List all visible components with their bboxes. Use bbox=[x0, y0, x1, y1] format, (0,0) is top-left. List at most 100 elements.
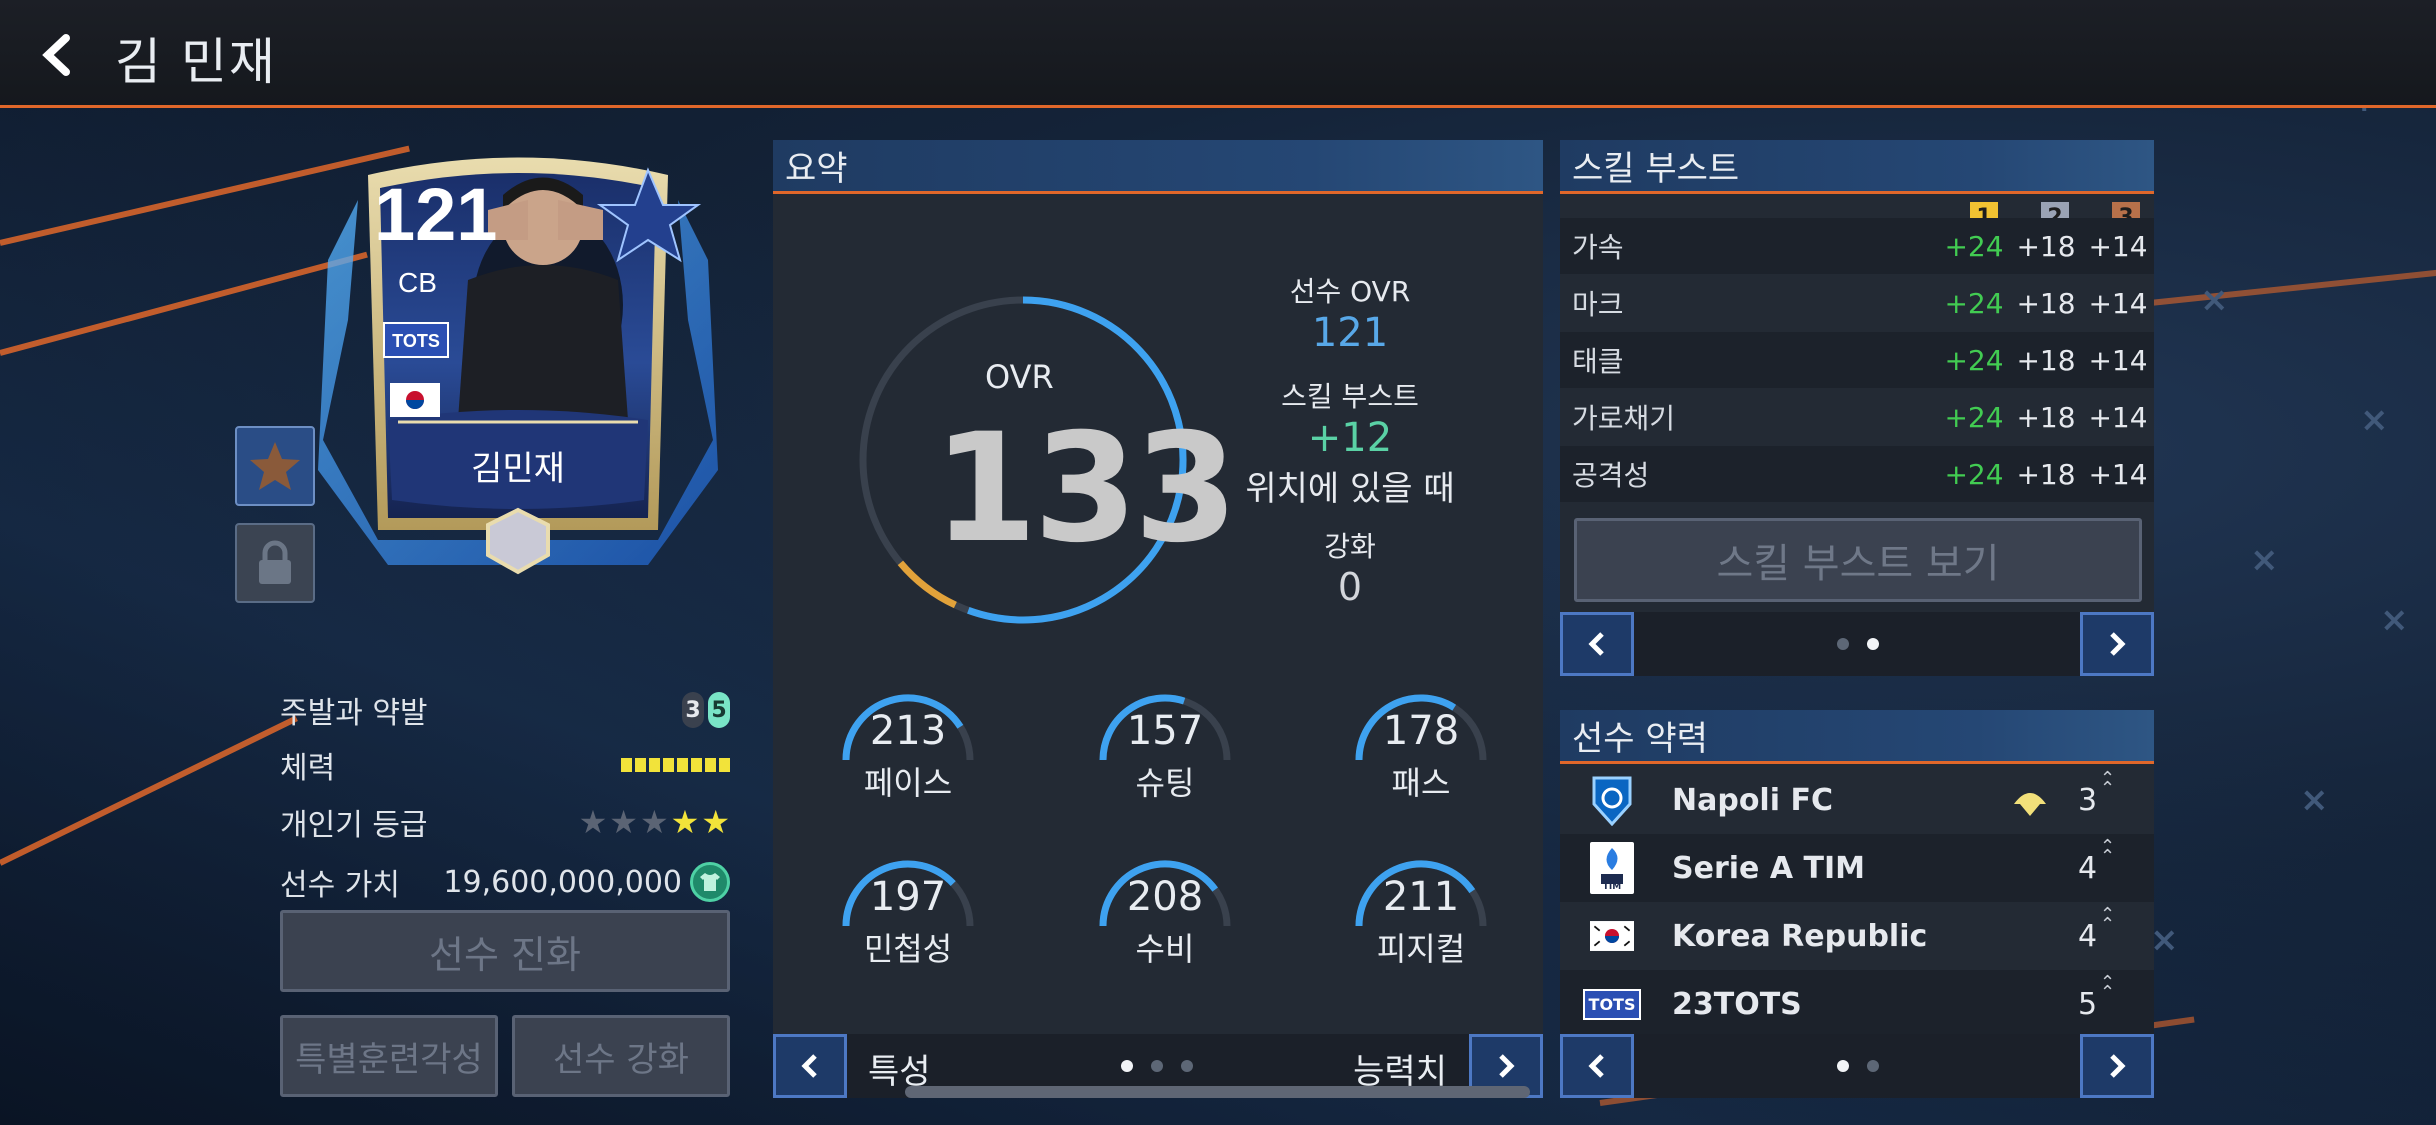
skill-boost-row: 가속 +24 +18 +14 bbox=[1560, 218, 2154, 274]
attribute-value: 178 bbox=[1382, 708, 1460, 754]
star-empty-icon: ★ bbox=[639, 803, 669, 841]
attribute-gauge: 157 슈팅 bbox=[1085, 680, 1245, 840]
boost-rank-2: +18 bbox=[2016, 343, 2076, 377]
foot-left-badge: 3 bbox=[682, 692, 704, 728]
stamina-label: 체력 bbox=[280, 751, 336, 786]
skill-boost-row: 공격성 +24 +18 +14 bbox=[1560, 446, 2154, 502]
boost-rank-1: +24 bbox=[1944, 286, 2004, 320]
stamina-bar bbox=[621, 758, 730, 772]
chevron-right-icon bbox=[2110, 1054, 2126, 1078]
career-prev-button[interactable] bbox=[1560, 1034, 1634, 1098]
evolve-button[interactable]: 선수 진화 bbox=[280, 910, 730, 992]
champion-icon bbox=[2010, 782, 2050, 826]
svg-text:121: 121 bbox=[374, 173, 497, 256]
value-label: 선수 가치 bbox=[280, 868, 400, 903]
enhance-stat: 강화 0 bbox=[1230, 525, 1470, 609]
boost-rank-3: +14 bbox=[2088, 286, 2148, 320]
tots-badge-text: TOTS bbox=[1582, 988, 1642, 1020]
attribute-gauge: 178 패스 bbox=[1341, 680, 1501, 840]
skill-boost-title: 스킬 부스트 bbox=[1560, 140, 2154, 194]
career-name: 23TOTS bbox=[1672, 986, 1802, 1022]
summary-panel: 요약 OVR 133 선수 OVR 121 스킬 부스트 +12 위치에 있을 … bbox=[773, 140, 1543, 1098]
career-row[interactable]: Korea Republic 4 ⌃ ⌃ bbox=[1560, 902, 2154, 970]
chevron-right-icon bbox=[1499, 1054, 1515, 1078]
boost-rank-3: +14 bbox=[2088, 229, 2148, 263]
enhance-button[interactable]: 선수 강화 bbox=[512, 1015, 730, 1097]
position-note: 위치에 있을 때 bbox=[1245, 469, 1455, 509]
summary-page-dots bbox=[1121, 1060, 1193, 1072]
skill-boost-prev-button[interactable] bbox=[1560, 612, 1634, 676]
boost-rank-3: +14 bbox=[2088, 457, 2148, 491]
attribute-gauge: 208 수비 bbox=[1085, 846, 1245, 1006]
horizontal-scrollbar[interactable] bbox=[905, 1086, 1530, 1098]
skill-boost-page-dots bbox=[1837, 638, 1879, 650]
foot-row: 주발과 약발 3 5 bbox=[280, 690, 730, 731]
svg-text:CB: CB bbox=[398, 267, 437, 298]
svg-text:김민재: 김민재 bbox=[471, 449, 565, 489]
skill-boost-row: 가로채기 +24 +18 +14 bbox=[1560, 389, 2154, 445]
summary-prev-button[interactable] bbox=[773, 1034, 847, 1098]
chevron-left-icon bbox=[1588, 632, 1604, 656]
career-row[interactable]: TOTS 23TOTS 5 ⌃ ⌃ bbox=[1560, 970, 2154, 1038]
attribute-label: 수비 bbox=[1135, 930, 1195, 968]
special-training-button[interactable]: 특별훈련각성 bbox=[280, 1015, 498, 1097]
lock-icon bbox=[259, 540, 291, 584]
attribute-label: 민첩성 bbox=[863, 930, 953, 968]
chevron-up-icon: ⌃ ⌃ bbox=[2100, 904, 2116, 935]
attribute-label: 페이스 bbox=[863, 764, 953, 802]
enhance-label: 강화 bbox=[1324, 530, 1376, 563]
back-arrow-icon[interactable] bbox=[38, 30, 78, 80]
korea-flag-icon bbox=[1590, 910, 1634, 962]
attribute-gauge: 211 피지컬 bbox=[1341, 846, 1501, 1006]
boost-rank-3: +14 bbox=[2088, 400, 2148, 434]
career-count: 3 bbox=[2078, 782, 2098, 818]
serie-a-badge-text: TIM bbox=[1602, 882, 1622, 892]
boost-rank-1: +24 bbox=[1944, 343, 2004, 377]
chevron-up-icon: ⌃ ⌃ bbox=[2100, 972, 2116, 1003]
boost-rank-2: +18 bbox=[2016, 286, 2076, 320]
career-page-dots bbox=[1837, 1060, 1879, 1072]
attribute-label: 피지컬 bbox=[1376, 930, 1466, 968]
career-count: 4 bbox=[2078, 918, 2098, 954]
lock-button[interactable] bbox=[235, 523, 315, 603]
ovr-label: OVR bbox=[985, 358, 1054, 396]
attribute-label: 패스 bbox=[1391, 764, 1451, 802]
chevron-right-icon bbox=[2110, 632, 2126, 656]
player-ovr-stat: 선수 OVR 121 bbox=[1230, 270, 1470, 356]
skill-boost-next-button[interactable] bbox=[2080, 612, 2154, 676]
player-ovr-value: 121 bbox=[1311, 310, 1389, 356]
popularity-stars: ★★★★★ bbox=[577, 803, 730, 841]
career-name: Napoli FC bbox=[1672, 782, 1833, 818]
favorite-button[interactable] bbox=[235, 426, 315, 506]
skill-boost-value: +12 bbox=[1307, 415, 1393, 461]
tots-badge-icon: TOTS bbox=[1582, 978, 1642, 1030]
view-skill-boost-button[interactable]: 스킬 부스트 보기 bbox=[1574, 518, 2142, 602]
career-row[interactable]: Napoli FC 3 ⌃ ⌃ bbox=[1560, 766, 2154, 834]
skill-name: 공격성 bbox=[1572, 459, 1650, 492]
napoli-crest-icon bbox=[1590, 774, 1634, 826]
attribute-value: 208 bbox=[1126, 874, 1204, 920]
career-count: 5 bbox=[2078, 986, 2098, 1022]
star-icon bbox=[250, 442, 300, 490]
attribute-label: 슈팅 bbox=[1135, 764, 1195, 802]
attribute-value: 197 bbox=[869, 874, 947, 920]
career-row[interactable]: TIM Serie A TIM 4 ⌃ ⌃ bbox=[1560, 834, 2154, 902]
attribute-value: 213 bbox=[869, 708, 947, 754]
ovr-value: 133 bbox=[933, 402, 1238, 576]
boost-rank-2: +18 bbox=[2016, 457, 2076, 491]
career-count: 4 bbox=[2078, 850, 2098, 886]
chevron-left-icon bbox=[1588, 1054, 1604, 1078]
attribute-gauge: 213 페이스 bbox=[828, 680, 988, 840]
skill-name: 가속 bbox=[1572, 231, 1624, 264]
boost-rank-1: +24 bbox=[1944, 229, 2004, 263]
svg-text:TOTS: TOTS bbox=[392, 331, 440, 351]
top-bar: 김 민재 bbox=[0, 0, 2436, 108]
skill-name: 마크 bbox=[1572, 288, 1624, 321]
chevron-up-icon: ⌃ ⌃ bbox=[2100, 768, 2116, 799]
player-value: 19,600,000,000 bbox=[443, 864, 682, 900]
player-card[interactable]: 121 CB TOTS 김민재 bbox=[318, 140, 718, 580]
career-next-button[interactable] bbox=[2080, 1034, 2154, 1098]
career-title: 선수 약력 bbox=[1560, 710, 2154, 764]
boost-rank-1: +24 bbox=[1944, 400, 2004, 434]
skill-name: 가로채기 bbox=[1572, 402, 1676, 435]
